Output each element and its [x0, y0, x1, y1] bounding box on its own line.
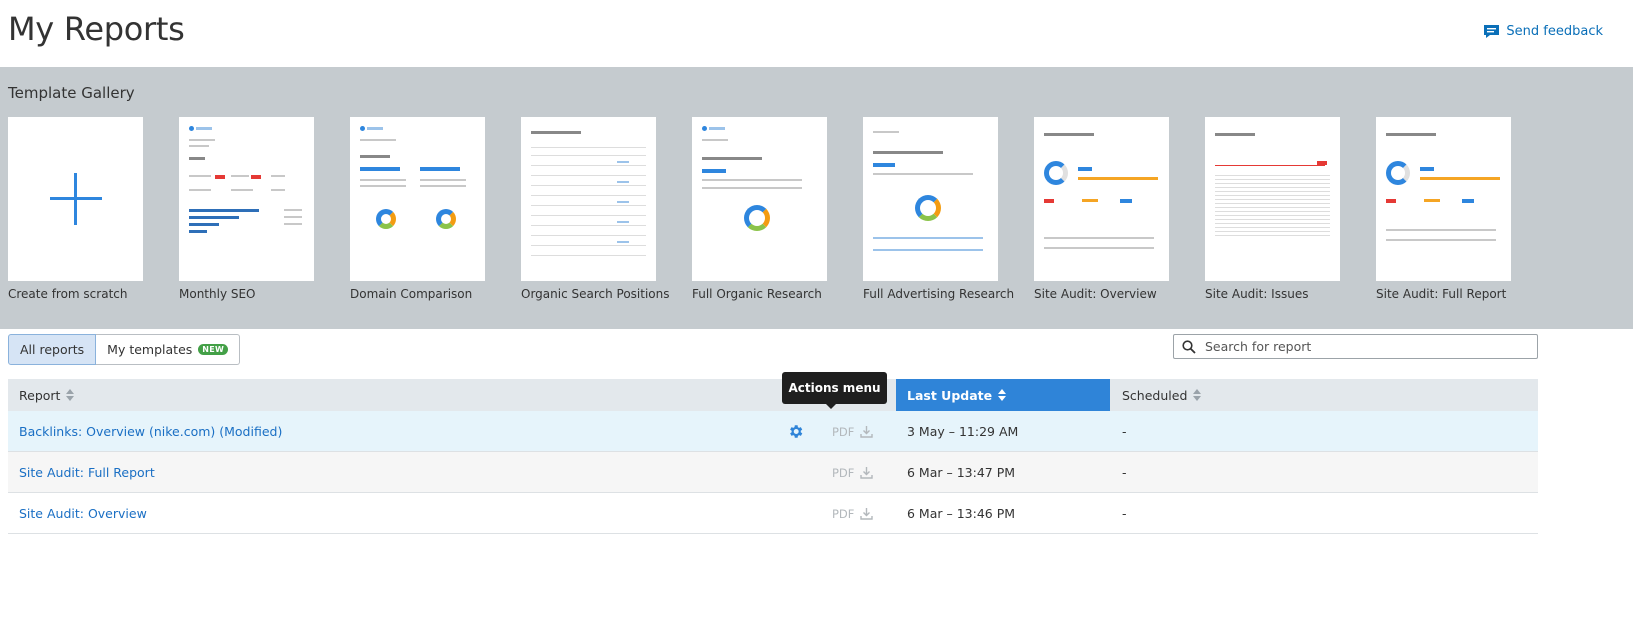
- tab-my-templates[interactable]: My templates NEW: [96, 334, 241, 365]
- template-thumbnail[interactable]: [8, 117, 143, 281]
- gear-icon[interactable]: [787, 423, 804, 440]
- report-link[interactable]: Site Audit: Overview: [19, 506, 147, 521]
- template-site-audit-issues[interactable]: Site Audit: Issues: [1205, 117, 1340, 301]
- scheduled-cell: -: [1122, 465, 1127, 480]
- template-organic-search-positions[interactable]: Organic Search Positions: [521, 117, 670, 301]
- template-gallery: Template Gallery Create from scratch Mon…: [0, 67, 1633, 329]
- page-title: My Reports: [8, 10, 185, 48]
- template-domain-comparison[interactable]: Domain Comparison: [350, 117, 485, 301]
- template-thumbnail[interactable]: [521, 117, 656, 281]
- template-thumbnail[interactable]: [863, 117, 998, 281]
- new-badge: NEW: [198, 344, 229, 355]
- page-header: My Reports Send feedback: [0, 0, 1633, 67]
- search-input[interactable]: [1205, 339, 1525, 354]
- template-label: Full Advertising Research: [863, 287, 1015, 301]
- gallery-title: Template Gallery: [8, 84, 135, 102]
- report-link[interactable]: Backlinks: Overview (nike.com) (Modified…: [19, 424, 282, 439]
- template-label: Full Organic Research: [692, 287, 822, 301]
- template-create-from-scratch[interactable]: Create from scratch: [8, 117, 143, 301]
- logo-icon: [360, 126, 384, 131]
- template-label: Create from scratch: [8, 287, 128, 301]
- sort-icon: [1193, 389, 1202, 401]
- feedback-label: Send feedback: [1506, 24, 1603, 39]
- template-label: Monthly SEO: [179, 287, 256, 301]
- sort-icon: [998, 389, 1007, 401]
- template-full-organic-research[interactable]: Full Organic Research: [692, 117, 827, 301]
- search-box[interactable]: [1173, 334, 1538, 359]
- plus-icon: [46, 169, 106, 229]
- pdf-download-button[interactable]: PDF: [832, 411, 874, 452]
- column-header-scheduled[interactable]: Scheduled: [1122, 379, 1202, 411]
- column-header-last-update[interactable]: Last Update: [896, 379, 1110, 411]
- tab-my-templates-label: My templates: [107, 342, 193, 357]
- template-full-advertising-research[interactable]: Full Advertising Research: [863, 117, 1015, 301]
- download-icon: [860, 426, 874, 438]
- last-update-cell: 6 Mar – 13:46 PM: [907, 506, 1016, 521]
- last-update-cell: 3 May – 11:29 AM: [907, 424, 1019, 439]
- template-label: Organic Search Positions: [521, 287, 670, 301]
- table-header: Report Last Update Scheduled: [8, 379, 1538, 411]
- scheduled-cell: -: [1122, 506, 1127, 521]
- column-header-label: Scheduled: [1122, 387, 1188, 403]
- report-link[interactable]: Site Audit: Full Report: [19, 465, 155, 480]
- pdf-label: PDF: [832, 424, 855, 439]
- template-label: Site Audit: Issues: [1205, 287, 1309, 301]
- template-thumbnail[interactable]: [692, 117, 827, 281]
- table-row[interactable]: Site Audit: Full Report PDF 6 Mar – 13:4…: [8, 452, 1538, 493]
- table-row[interactable]: Site Audit: Overview PDF 6 Mar – 13:46 P…: [8, 493, 1538, 534]
- template-thumbnail[interactable]: [350, 117, 485, 281]
- pdf-download-button[interactable]: PDF: [832, 452, 874, 493]
- reports-table: Report Last Update Scheduled Backlinks: …: [8, 379, 1538, 534]
- logo-icon: [702, 126, 726, 131]
- template-label: Domain Comparison: [350, 287, 473, 301]
- template-thumbnail[interactable]: [1034, 117, 1169, 281]
- template-site-audit-overview[interactable]: Site Audit: Overview: [1034, 117, 1169, 301]
- template-monthly-seo[interactable]: Monthly SEO: [179, 117, 314, 301]
- actions-menu-tooltip: Actions menu: [782, 372, 887, 409]
- template-thumbnail[interactable]: [1376, 117, 1511, 281]
- tab-all-reports[interactable]: All reports: [8, 334, 97, 365]
- column-header-label: Last Update: [907, 387, 993, 403]
- pdf-download-button[interactable]: PDF: [832, 493, 874, 534]
- column-header-label: Report: [19, 387, 61, 403]
- sort-icon: [66, 389, 75, 401]
- scheduled-cell: -: [1122, 424, 1127, 439]
- template-label: Site Audit: Full Report: [1376, 287, 1507, 301]
- template-thumbnail[interactable]: [179, 117, 314, 281]
- pdf-label: PDF: [832, 465, 855, 480]
- table-row[interactable]: Backlinks: Overview (nike.com) (Modified…: [8, 411, 1538, 452]
- template-thumbnail[interactable]: [1205, 117, 1340, 281]
- template-site-audit-full-report[interactable]: Site Audit: Full Report: [1376, 117, 1511, 301]
- logo-icon: [189, 126, 213, 131]
- report-tabs: All reports My templates NEW: [8, 334, 241, 365]
- column-header-report[interactable]: Report: [19, 379, 75, 411]
- pdf-label: PDF: [832, 506, 855, 521]
- template-label: Site Audit: Overview: [1034, 287, 1157, 301]
- send-feedback-link[interactable]: Send feedback: [1483, 24, 1603, 39]
- search-icon: [1182, 339, 1196, 354]
- last-update-cell: 6 Mar – 13:47 PM: [907, 465, 1016, 480]
- download-icon: [860, 467, 874, 479]
- feedback-icon: [1484, 25, 1500, 38]
- download-icon: [860, 508, 874, 520]
